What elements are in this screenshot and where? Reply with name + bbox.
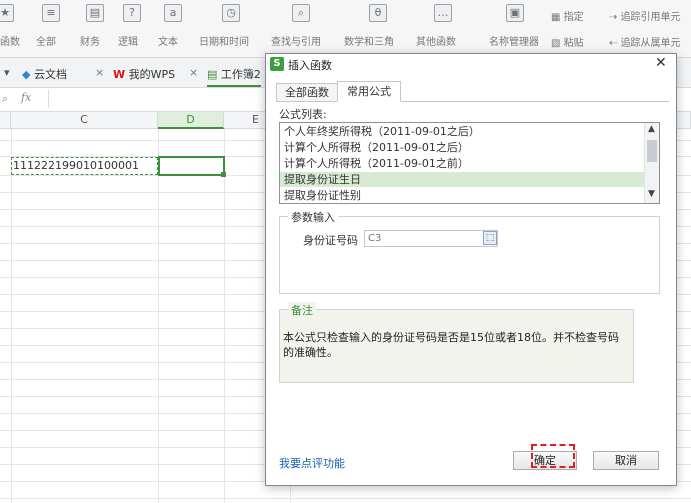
ribbon-label-text[interactable]: 文本 bbox=[158, 33, 178, 48]
range-picker-icon[interactable]: ⬚ bbox=[483, 231, 497, 245]
scroll-thumb[interactable] bbox=[647, 140, 657, 162]
tab-my-wps[interactable]: W 我的WPS bbox=[113, 66, 175, 82]
tab-my-wps-label: 我的WPS bbox=[128, 68, 176, 81]
dialog-titlebar[interactable]: S 插入函数 ✕ bbox=[266, 54, 676, 74]
ribbon-label-all[interactable]: 全部 bbox=[36, 33, 56, 48]
specify-button[interactable]: ▦ 指定 bbox=[551, 8, 584, 23]
tab-common-formulas[interactable]: 常用公式 bbox=[337, 81, 401, 102]
column-header-c[interactable]: C bbox=[11, 112, 158, 129]
ribbon-label-function[interactable]: 函数 bbox=[0, 33, 20, 48]
trace-dependents-button[interactable]: ⇠ 追踪从属单元 bbox=[609, 34, 681, 49]
cell-d3-active[interactable] bbox=[158, 156, 225, 176]
insert-function-dialog: S 插入函数 ✕ 全部函数 常用公式 公式列表: 个人年终奖所得税（2011-0… bbox=[265, 53, 677, 486]
cell-c3[interactable]: 111222199010100001 bbox=[11, 157, 158, 175]
formula-list-label: 公式列表: bbox=[279, 108, 327, 121]
close-tab-icon[interactable]: × bbox=[95, 66, 104, 79]
formula-listbox[interactable]: 个人年终奖所得税（2011-09-01之后） 计算个人所得税（2011-09-0… bbox=[279, 122, 660, 204]
tab-cloud-docs[interactable]: ◆ 云文档 bbox=[22, 66, 67, 82]
id-number-input[interactable]: C3 bbox=[364, 230, 498, 247]
ribbon-label-finance[interactable]: 财务 bbox=[80, 33, 100, 48]
wps-logo-icon: W bbox=[113, 68, 126, 81]
paste-name-button[interactable]: ▧ 粘贴 bbox=[551, 34, 584, 49]
list-item[interactable]: 计算个人所得税（2011-09-01之前） bbox=[280, 156, 644, 171]
column-header-d[interactable]: D bbox=[158, 112, 224, 129]
ribbon-label-logic[interactable]: 逻辑 bbox=[118, 33, 138, 48]
logic-icon[interactable]: ? bbox=[123, 4, 141, 22]
ribbon-toolbar: ★ ≡ ▤ ? a ◷ ⌕ θ … ▣ 函数 全部 财务 逻辑 文本 日期和时间… bbox=[0, 0, 691, 58]
all-functions-icon[interactable]: ≡ bbox=[42, 4, 60, 22]
insert-function-icon[interactable]: ★ bbox=[0, 4, 14, 22]
math-icon[interactable]: θ bbox=[369, 4, 387, 22]
close-icon[interactable]: ✕ bbox=[655, 55, 667, 71]
dialog-title: 插入函数 bbox=[288, 59, 332, 72]
formula-input[interactable] bbox=[48, 90, 258, 108]
date-time-icon[interactable]: ◷ bbox=[222, 4, 240, 22]
ribbon-label-name-manager[interactable]: 名称管理器 bbox=[489, 33, 539, 48]
trace-precedents-button[interactable]: ⇢ 追踪引用单元 bbox=[609, 8, 681, 23]
note-group-label: 备注 bbox=[288, 302, 316, 318]
tab-cloud-docs-label: 云文档 bbox=[33, 68, 67, 81]
list-scrollbar[interactable]: ▲ ▼ bbox=[644, 123, 659, 203]
id-number-label: 身份证号码 bbox=[303, 234, 358, 247]
column-header-b[interactable] bbox=[0, 112, 11, 129]
feedback-link[interactable]: 我要点评功能 bbox=[279, 455, 345, 471]
list-item-selected[interactable]: 提取身份证生日 bbox=[280, 172, 644, 187]
text-function-icon[interactable]: a bbox=[164, 4, 182, 22]
wps-s-icon: S bbox=[270, 57, 284, 71]
list-item[interactable]: 计算个人所得税（2011-09-01之后） bbox=[280, 140, 644, 155]
ribbon-label-other[interactable]: 其他函数 bbox=[416, 33, 456, 48]
grid-line bbox=[0, 498, 691, 499]
trace-dependents-icon: ⇠ bbox=[609, 38, 621, 49]
specify-label: 指定 bbox=[563, 12, 584, 23]
fx-icon[interactable]: fx bbox=[21, 91, 31, 104]
scroll-up-icon[interactable]: ▲ bbox=[648, 124, 655, 134]
name-manager-icon[interactable]: ▣ bbox=[506, 4, 524, 22]
lookup-icon[interactable]: ⌕ bbox=[292, 4, 310, 22]
zoom-icon[interactable]: ⌕ bbox=[2, 92, 8, 106]
list-item[interactable]: 提取身份证性别 bbox=[280, 188, 644, 203]
tab-all-functions[interactable]: 全部函数 bbox=[276, 83, 338, 102]
ribbon-label-lookup[interactable]: 查找与引用 bbox=[271, 33, 321, 48]
note-group: 备注 本公式只检查输入的身份证号码是否是15位或者18位。并不检查号码的准确性。 bbox=[279, 302, 634, 383]
tab-workbook[interactable]: ▤ 工作簿2 bbox=[207, 66, 261, 87]
tab-workbook-label: 工作簿2 bbox=[220, 68, 261, 81]
ribbon-label-math[interactable]: 数学和三角 bbox=[344, 33, 394, 48]
ribbon-label-datetime[interactable]: 日期和时间 bbox=[199, 33, 249, 48]
cloud-doc-icon: ◆ bbox=[22, 68, 31, 81]
param-group-label: 参数输入 bbox=[288, 209, 338, 225]
cancel-button[interactable]: 取消 bbox=[593, 451, 659, 470]
tab-divider bbox=[276, 101, 669, 102]
param-group: 参数输入 身份证号码 C3 ⬚ bbox=[279, 209, 660, 294]
paste-label: 粘贴 bbox=[563, 38, 584, 49]
trace-precedents-label: 追踪引用单元 bbox=[620, 12, 681, 23]
list-item[interactable]: 个人年终奖所得税（2011-09-01之后） bbox=[280, 124, 644, 139]
trace-dependents-label: 追踪从属单元 bbox=[620, 38, 681, 49]
finance-icon[interactable]: ▤ bbox=[86, 4, 104, 22]
trace-precedents-icon: ⇢ bbox=[609, 12, 621, 23]
close-tab-icon[interactable]: × bbox=[189, 66, 198, 79]
note-text: 本公式只检查输入的身份证号码是否是15位或者18位。并不检查号码的准确性。 bbox=[283, 331, 619, 359]
other-functions-icon[interactable]: … bbox=[434, 4, 452, 22]
spreadsheet-icon: ▤ bbox=[207, 68, 218, 81]
specify-icon: ▦ bbox=[551, 12, 564, 23]
chevron-down-icon[interactable]: ▾ bbox=[4, 66, 10, 79]
ok-highlight-box bbox=[531, 444, 575, 468]
fill-handle[interactable] bbox=[221, 172, 226, 177]
scroll-down-icon[interactable]: ▼ bbox=[648, 189, 655, 199]
paste-icon: ▧ bbox=[551, 38, 564, 49]
